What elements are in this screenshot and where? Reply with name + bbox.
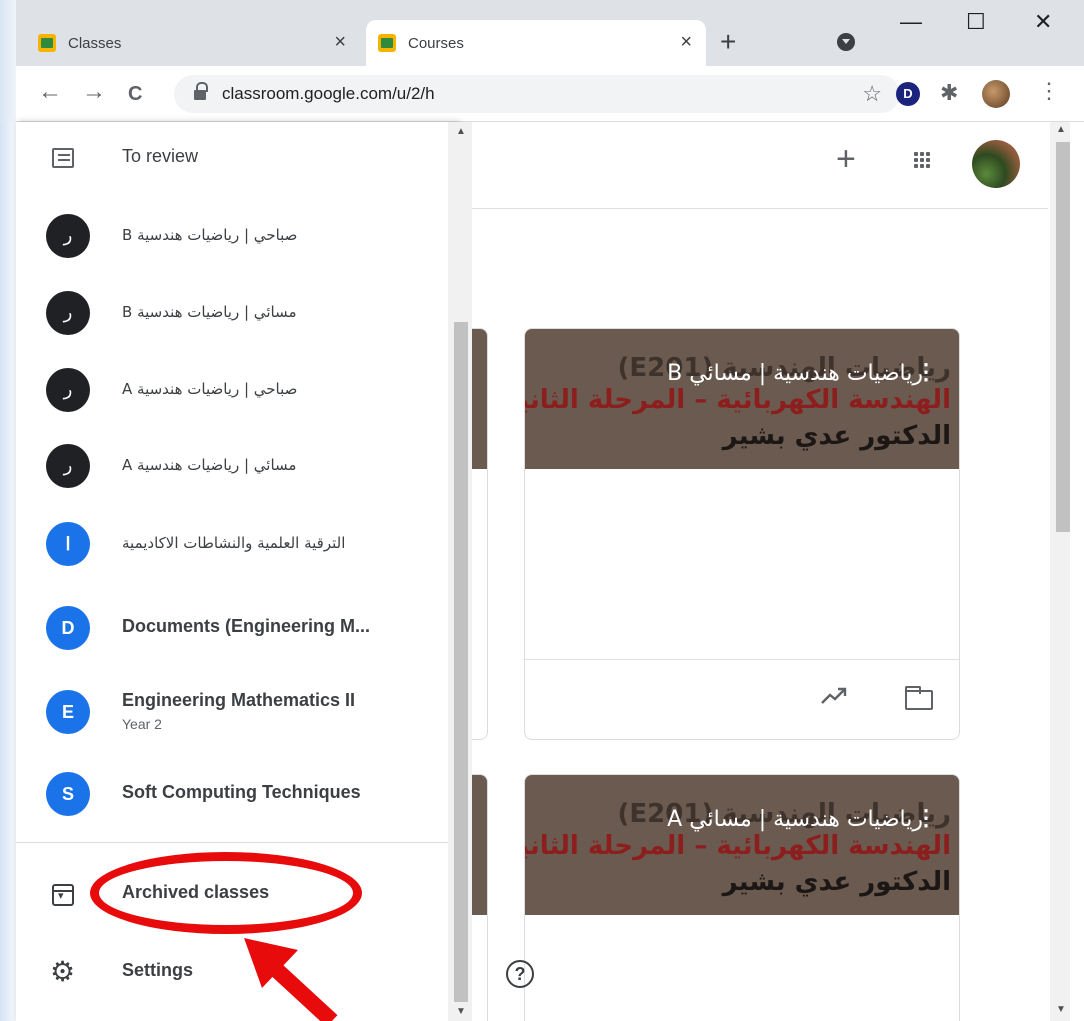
trending-up-icon[interactable] [821,686,847,706]
extension-d-icon[interactable]: D [896,82,920,106]
scroll-down-arrow-icon[interactable]: ▼ [1056,1004,1066,1015]
banner-text: الدكتور عدي بشير [722,867,951,897]
drawer-item-label: B مسائي | رياضيات هندسية [122,303,297,321]
help-icon[interactable]: ? [506,960,534,988]
bookmark-star-icon[interactable]: ☆ [862,81,882,107]
tab-search-icon[interactable] [837,33,855,51]
class-title[interactable]: رياضيات هندسية | مسائي B [667,361,923,386]
browser-menu-icon[interactable]: ⋮ [1038,78,1060,104]
card-menu-icon[interactable]: ⋮ [915,359,937,385]
drawer-item-class[interactable]: ا الترقية العلمية والنشاطات الاكاديمية [16,506,448,582]
extensions-puzzle-icon[interactable]: ✱ [940,80,964,105]
class-avatar: E [46,690,90,734]
banner-text: الهندسة الكهربائية – المرحلة الثانية [525,831,951,861]
drawer-item-class[interactable]: D Documents (Engineering M... [16,590,448,666]
page-scrollbar-thumb[interactable] [1056,142,1070,532]
folder-icon[interactable] [905,686,933,710]
drawer-item-label: الترقية العلمية والنشاطات الاكاديمية [122,534,346,552]
archive-icon [52,884,74,906]
drawer-divider [16,842,448,843]
drawer-item-label: Engineering Mathematics II [122,690,356,710]
tab-courses[interactable]: Courses × [366,20,706,66]
drawer-item-class[interactable]: ر B مسائي | رياضيات هندسية [16,275,448,351]
drawer-item-label: A مسائي | رياضيات هندسية [122,456,297,474]
drawer-scrollbar-thumb[interactable] [454,322,468,1002]
desktop-edge [0,122,16,1021]
header-divider [458,208,1048,209]
drawer-item-class[interactable]: E Engineering Mathematics II Year 2 [16,674,448,750]
classroom-favicon-icon [38,34,56,52]
tab-strip: Classes × Courses × + — ☐ ✕ [16,0,1084,66]
class-card[interactable]: رياضيات الهندسية (E201) الهندسة الكهربائ… [524,774,960,1021]
profile-avatar[interactable] [982,80,1010,108]
drawer-item-to-review[interactable]: To review [16,122,448,198]
account-avatar[interactable] [972,140,1020,188]
class-avatar: ر [46,444,90,488]
annotation-ellipse [90,852,362,934]
settings-gear-icon: ⚙ [50,956,76,987]
drawer-item-class[interactable]: ر A مسائي | رياضيات هندسية [16,428,448,504]
back-button[interactable]: ← [38,80,62,104]
drawer-item-label: A صباحي | رياضيات هندسية [122,380,298,398]
drawer-item-label: Soft Computing Techniques [122,782,361,802]
settings-link[interactable]: Settings [122,960,193,981]
add-class-button[interactable]: + [836,142,856,176]
tab-classes[interactable]: Classes × [26,20,360,66]
class-avatar: ر [46,291,90,335]
tab-title: Classes [68,34,122,52]
to-review-icon [52,148,74,168]
minimize-button[interactable]: — [900,10,922,34]
lock-icon[interactable] [194,82,208,100]
scroll-up-arrow-icon[interactable]: ▲ [456,126,466,137]
close-tab-icon[interactable]: × [680,32,692,52]
class-card[interactable]: رياضيات الهندسية (E201) الهندسة الكهربائ… [524,328,960,740]
drawer-item-class[interactable]: ر B صباحي | رياضيات هندسية [16,198,448,274]
drawer-item-label: To review [122,146,199,166]
scroll-up-arrow-icon[interactable]: ▲ [1056,124,1066,135]
class-avatar: ا [46,522,90,566]
maximize-button[interactable]: ☐ [966,10,986,34]
address-bar[interactable]: classroom.google.com/u/2/h ☆ [174,75,900,113]
drawer-item-sublabel: Year 2 [122,716,162,732]
url-text[interactable]: classroom.google.com/u/2/h [222,84,435,104]
drawer-item-label: B صباحي | رياضيات هندسية [122,226,298,244]
class-avatar: D [46,606,90,650]
new-tab-button[interactable]: + [720,28,736,56]
close-window-button[interactable]: ✕ [1034,10,1052,34]
browser-toolbar: ← → C classroom.google.com/u/2/h ☆ D ✱ ⋮ [16,66,1084,122]
banner-text: الدكتور عدي بشير [722,421,951,451]
card-menu-icon[interactable]: ⋮ [915,805,937,831]
reload-button[interactable]: C [128,82,142,106]
card-banner: رياضيات الهندسية (E201) الهندسة الكهربائ… [525,775,959,915]
drawer-item-class[interactable]: ر A صباحي | رياضيات هندسية [16,352,448,428]
apps-grid-icon[interactable] [914,152,930,168]
scroll-down-arrow-icon[interactable]: ▼ [456,1006,466,1017]
card-banner: رياضيات الهندسية (E201) الهندسة الكهربائ… [525,329,959,469]
card-footer [525,659,959,739]
close-tab-icon[interactable]: × [334,32,346,52]
class-avatar: S [46,772,90,816]
class-avatar: ر [46,214,90,258]
class-avatar: ر [46,368,90,412]
banner-text: الهندسة الكهربائية – المرحلة الثانية [525,385,951,415]
class-title[interactable]: رياضيات هندسية | مسائي A [667,807,923,832]
tab-title: Courses [408,34,464,52]
drawer-item-class[interactable]: S Soft Computing Techniques [16,756,448,832]
drawer-item-label: Documents (Engineering M... [122,616,371,636]
forward-button[interactable]: → [82,80,106,104]
classroom-favicon-icon [378,34,396,52]
